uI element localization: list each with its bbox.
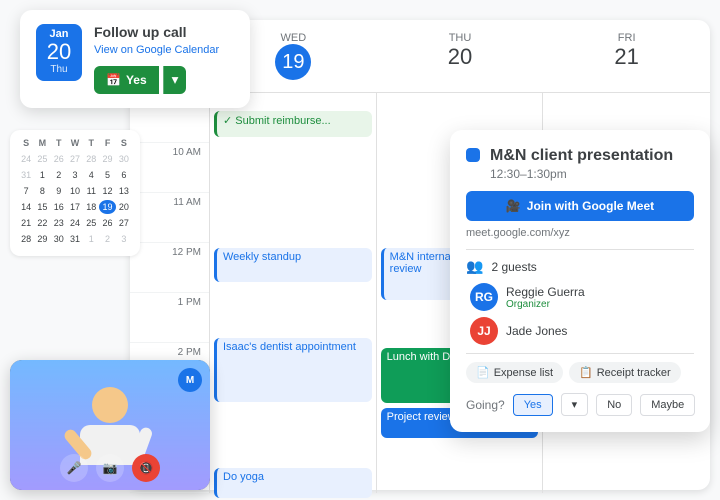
camera-button[interactable]: 📷 [96, 454, 124, 482]
yes-button[interactable]: 📅 Yes [94, 66, 159, 94]
time-slot: 10 AM [130, 143, 209, 193]
attachments-section: 📄 Expense list 📋 Receipt tracker [466, 362, 694, 383]
reggie-role: Organizer [506, 299, 694, 310]
guests-count: 2 guests [491, 260, 536, 274]
mute-button[interactable]: 🎤 [60, 454, 88, 482]
popup-title-block: M&N client presentation 12:30–1:30pm [490, 146, 673, 181]
time-slot: 11 AM [130, 193, 209, 243]
fri-num: 21 [543, 44, 710, 70]
mini-cal-row: 24 25 26 27 28 29 30 [18, 152, 132, 166]
reggie-info: Reggie Guerra Organizer [506, 285, 694, 310]
rsvp-yes-button[interactable]: Yes [513, 394, 553, 416]
yes-dropdown-button[interactable]: ▾ [163, 66, 187, 94]
followup-title: Follow up call [94, 24, 234, 40]
weekly-standup-event[interactable]: Weekly standup [214, 248, 372, 282]
rsvp-label: Going? [466, 398, 505, 412]
followup-day: 20 [46, 40, 72, 64]
mini-cal-row: 14 15 16 17 18 19 20 [18, 200, 132, 214]
followup-info: Follow up call View on Google Calendar 📅… [94, 24, 234, 94]
expense-icon: 📄 [476, 366, 490, 379]
rsvp-dropdown-button[interactable]: ▾ [561, 393, 589, 416]
wed-num: 19 [275, 44, 311, 80]
followup-actions: 📅 Yes ▾ [94, 66, 234, 94]
time-slot: 1 PM [130, 293, 209, 343]
reggie-name: Reggie Guerra [506, 285, 694, 299]
do-yoga-event[interactable]: Do yoga [214, 468, 372, 498]
meet-icon: M [178, 368, 202, 392]
rsvp-no-button[interactable]: No [596, 394, 632, 416]
wed-events-col: ✓ Submit reimburse... Weekly standup Isa… [210, 93, 377, 493]
expense-list-chip[interactable]: 📄 Expense list [466, 362, 563, 383]
reggie-avatar: RG [470, 283, 498, 311]
video-controls: 🎤 📷 📵 [10, 454, 210, 482]
thu-label: THU [377, 32, 544, 44]
join-meet-button[interactable]: 🎥 Join with Google Meet [466, 191, 694, 221]
view-google-calendar-link[interactable]: View on Google Calendar [94, 44, 234, 56]
mini-cal-row: 7 8 9 10 11 12 13 [18, 184, 132, 198]
video-frame: M 🎤 📷 📵 [10, 360, 210, 490]
followup-weekday: Thu [46, 64, 72, 75]
calendar-check-icon: 📅 [106, 73, 121, 87]
dentist-appointment-event[interactable]: Isaac's dentist appointment [214, 338, 372, 402]
mini-calendar: S M T W T F S 24 25 26 27 28 29 30 31 1 … [10, 130, 140, 256]
jade-avatar: JJ [470, 317, 498, 345]
mn-internal-review-event[interactable]: M&N internal review [381, 248, 460, 300]
guests-icon: 👥 [466, 258, 483, 275]
mini-cal-row: 21 22 23 24 25 26 27 [18, 216, 132, 230]
meet-video-icon: 🎥 [506, 199, 521, 213]
mini-cal-header: S M T W T F S [18, 138, 132, 148]
meet-url: meet.google.com/xyz [466, 227, 694, 239]
mini-cal-row: 28 29 30 31 1 2 3 [18, 232, 132, 246]
day-col-thu[interactable]: THU 20 [377, 28, 544, 84]
guest-jade: JJ Jade Jones [466, 317, 694, 345]
event-color-dot [466, 148, 480, 162]
mini-cal-row: 31 1 2 3 4 5 6 [18, 168, 132, 182]
time-slot: 12 PM [130, 243, 209, 293]
followup-card: Jan 20 Thu Follow up call View on Google… [20, 10, 250, 108]
popup-event-title: M&N client presentation [490, 146, 673, 165]
video-call-card: M 🎤 📷 📵 [10, 360, 210, 490]
receipt-tracker-chip[interactable]: 📋 Receipt tracker [569, 362, 681, 383]
hangup-button[interactable]: 📵 [132, 454, 160, 482]
submit-reimbursement-event[interactable]: ✓ Submit reimburse... [214, 111, 372, 137]
guest-reggie: RG Reggie Guerra Organizer [466, 283, 694, 311]
day-col-fri[interactable]: FRI 21 [543, 28, 710, 84]
followup-date-box: Jan 20 Thu [36, 24, 82, 81]
jade-info: Jade Jones [506, 324, 694, 338]
rsvp-section: Going? Yes ▾ No Maybe [466, 393, 694, 416]
event-popup: M&N client presentation 12:30–1:30pm 🎥 J… [450, 130, 710, 432]
guests-row: 👥 2 guests [466, 258, 694, 275]
fri-label: FRI [543, 32, 710, 44]
popup-divider [466, 249, 694, 250]
jade-name: Jade Jones [506, 324, 694, 338]
popup-divider-2 [466, 353, 694, 354]
receipt-icon: 📋 [579, 366, 593, 379]
mini-today[interactable]: 19 [99, 200, 115, 214]
popup-event-time: 12:30–1:30pm [490, 167, 673, 181]
thu-num: 20 [377, 44, 544, 70]
person-head [92, 387, 128, 423]
rsvp-maybe-button[interactable]: Maybe [640, 394, 695, 416]
popup-header: M&N client presentation 12:30–1:30pm [466, 146, 694, 181]
